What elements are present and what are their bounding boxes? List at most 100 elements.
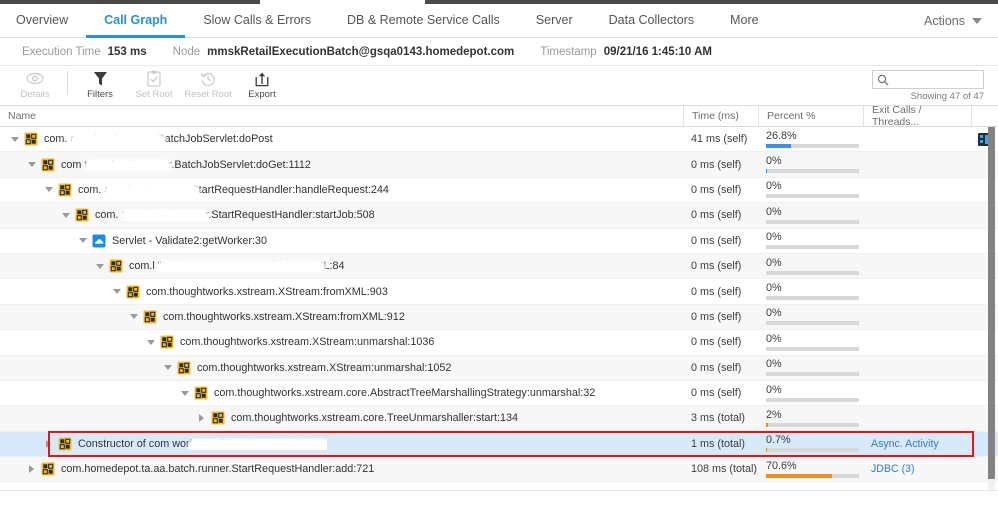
column-header-extra <box>971 105 998 127</box>
cell-time: 1 ms (total) <box>691 437 745 450</box>
details-label: Details <box>20 89 50 100</box>
percent-bar-fill <box>766 422 768 427</box>
tab-overview[interactable]: Overview <box>0 4 86 38</box>
chevron-down-icon[interactable] <box>25 158 38 171</box>
upload-icon <box>255 69 269 88</box>
percent-value: 70.6% <box>766 459 797 472</box>
chevron-down-icon[interactable] <box>8 133 21 146</box>
chevron-down-icon[interactable] <box>42 183 55 196</box>
filters-button[interactable]: Filters <box>73 66 127 100</box>
call-graph-page: Overview Call Graph Slow Calls & Errors DB … <box>0 0 998 525</box>
reset-root-button[interactable]: Reset Root <box>181 66 235 100</box>
tab-slow-calls-errors[interactable]: Slow Calls & Errors <box>185 4 329 38</box>
percent-bar-track <box>766 194 859 199</box>
table-row[interactable]: com. a.aa.batch.runner.StartRequestHandl… <box>0 178 998 204</box>
cell-percent: 0% <box>758 282 863 301</box>
timestamp-value: 09/21/16 1:45:10 AM <box>603 45 712 58</box>
table-row[interactable]: com.thoughtworks.xstream.XStream:unmarsh… <box>0 355 998 381</box>
page-bottom-area <box>0 490 998 525</box>
table-row[interactable]: Constructor of com worker.ValidateParent… <box>0 430 998 458</box>
percent-bar-fill <box>766 169 767 174</box>
table-row[interactable]: com.thoughtworks.xstream.XStream:unmarsh… <box>0 330 998 356</box>
table-row[interactable]: com.homedepot.ta.aa.batch.runner.StartRe… <box>0 457 998 483</box>
row-label: com.thoughtworks.xstream.XStream:fromXML… <box>163 310 405 323</box>
cell-name: com.thoughtworks.xstream.core.AbstractTr… <box>0 386 683 400</box>
exit-call-link[interactable]: Async. Activity <box>871 438 939 450</box>
percent-value: 26.8% <box>766 129 797 142</box>
chevron-down-icon[interactable] <box>76 234 89 247</box>
cell-percent: 0% <box>758 181 863 199</box>
tab-db-remote-service-calls[interactable]: DB & Remote Service Calls <box>329 4 518 38</box>
chevron-down-icon[interactable] <box>178 387 191 400</box>
redaction-mask <box>72 135 164 146</box>
table-row[interactable]: Servlet - Validate2:getWorker:30 0 ms (se… <box>0 229 998 254</box>
chevron-down-icon[interactable] <box>144 336 157 349</box>
table-row[interactable]: com. a.aa.batch.runner.BatchJobServlet:d… <box>0 127 998 153</box>
table-row[interactable]: com ta.aa.batch.runner.BatchJobServlet:d… <box>0 152 998 178</box>
chevron-right-icon[interactable] <box>195 412 208 425</box>
row-label: com.thoughtworks.xstream.XStream:unmarsh… <box>180 336 435 349</box>
percent-value: 0% <box>766 282 782 295</box>
exit-call-link[interactable]: JDBC (3) <box>871 463 915 475</box>
cell-name: com.thoughtworks.xstream.XStream:unmarsh… <box>0 335 683 349</box>
cell-exit-calls: Async. Activity <box>863 438 971 450</box>
row-label: com.thoughtworks.xstream.core.AbstractTr… <box>214 387 596 400</box>
percent-bar-track <box>766 422 859 427</box>
percent-bar-track <box>766 473 859 478</box>
cell-percent: 0.7% <box>758 435 863 453</box>
table-row[interactable]: com.thoughtworks.xstream.XStream:fromXML… <box>0 304 998 331</box>
table-row[interactable]: com.thoughtworks.xstream.XStream:fromXML… <box>0 279 998 305</box>
tab-call-graph[interactable]: Call Graph <box>86 4 186 38</box>
column-header-percent[interactable]: Percent % <box>758 105 863 127</box>
chevron-right-icon[interactable] <box>42 437 55 450</box>
redaction-mask <box>159 262 324 273</box>
percent-bar-track <box>766 296 859 301</box>
cell-percent: 0% <box>758 232 863 250</box>
column-header-exit[interactable]: Exit Calls / Threads... <box>863 104 971 128</box>
chevron-down-icon[interactable] <box>161 361 174 374</box>
percent-value: 0% <box>766 383 782 396</box>
percent-bar-fill <box>766 143 791 148</box>
filters-label: Filters <box>87 89 113 100</box>
cell-name: com. :a.aa.batch.runner.StartRequestHand… <box>0 208 683 222</box>
percent-bar-track <box>766 143 859 148</box>
cell-name: com. a.aa.batch.runner.StartRequestHandl… <box>0 183 683 197</box>
export-label: Export <box>248 89 276 100</box>
chevron-down-icon[interactable] <box>59 209 72 222</box>
summary-bar: Execution Time 153 ms Node mmskRetailExe… <box>0 38 998 66</box>
scrollbar-thumb[interactable] <box>988 127 995 479</box>
cell-name: com.homedepot.ta.aa.batch.runner.StartRe… <box>0 462 683 476</box>
search-box[interactable] <box>872 70 984 89</box>
vertical-scrollbar[interactable] <box>988 127 995 490</box>
percent-bar-fill <box>766 473 832 478</box>
table-row[interactable]: com. :a.aa.batch.runner.StartRequestHand… <box>0 203 998 229</box>
chevron-down-icon[interactable] <box>127 310 140 323</box>
cell-percent: 70.6% <box>758 459 863 478</box>
redaction-mask <box>190 439 327 450</box>
actions-menu[interactable]: Actions <box>924 4 998 37</box>
details-button[interactable]: Details <box>8 66 62 100</box>
set-root-button[interactable]: Set Root <box>127 66 181 100</box>
column-header-name[interactable]: Name <box>0 106 683 127</box>
chevron-right-icon[interactable] <box>25 463 38 476</box>
eye-icon <box>26 69 44 88</box>
redaction-mask <box>106 185 198 196</box>
table-row[interactable]: com.thoughtworks.xstream.core.TreeUnmars… <box>0 406 998 432</box>
reset-root-label: Reset Root <box>184 89 232 100</box>
table-row[interactable]: com.thoughtworks.xstream.core.AbstractTr… <box>0 381 998 407</box>
percent-value: 0% <box>766 205 782 218</box>
cell-name: com.thoughtworks.xstream.core.TreeUnmars… <box>0 411 683 425</box>
method-icon <box>126 285 140 299</box>
tab-data-collectors[interactable]: Data Collectors <box>591 4 712 38</box>
chevron-down-icon[interactable] <box>110 285 123 298</box>
percent-value: 0% <box>766 307 782 320</box>
chevron-down-icon[interactable] <box>93 260 106 273</box>
tab-more[interactable]: More <box>712 4 776 38</box>
export-button[interactable]: Export <box>235 66 289 100</box>
search-input[interactable] <box>892 72 980 87</box>
tab-server[interactable]: Server <box>518 4 591 38</box>
cell-percent: 0% <box>758 257 863 275</box>
timestamp-label: Timestamp <box>540 45 597 58</box>
table-row[interactable]: com.l "MLGenerator:generateTOfromXML:84 0… <box>0 253 998 280</box>
column-header-time[interactable]: Time (ms) <box>683 105 758 127</box>
